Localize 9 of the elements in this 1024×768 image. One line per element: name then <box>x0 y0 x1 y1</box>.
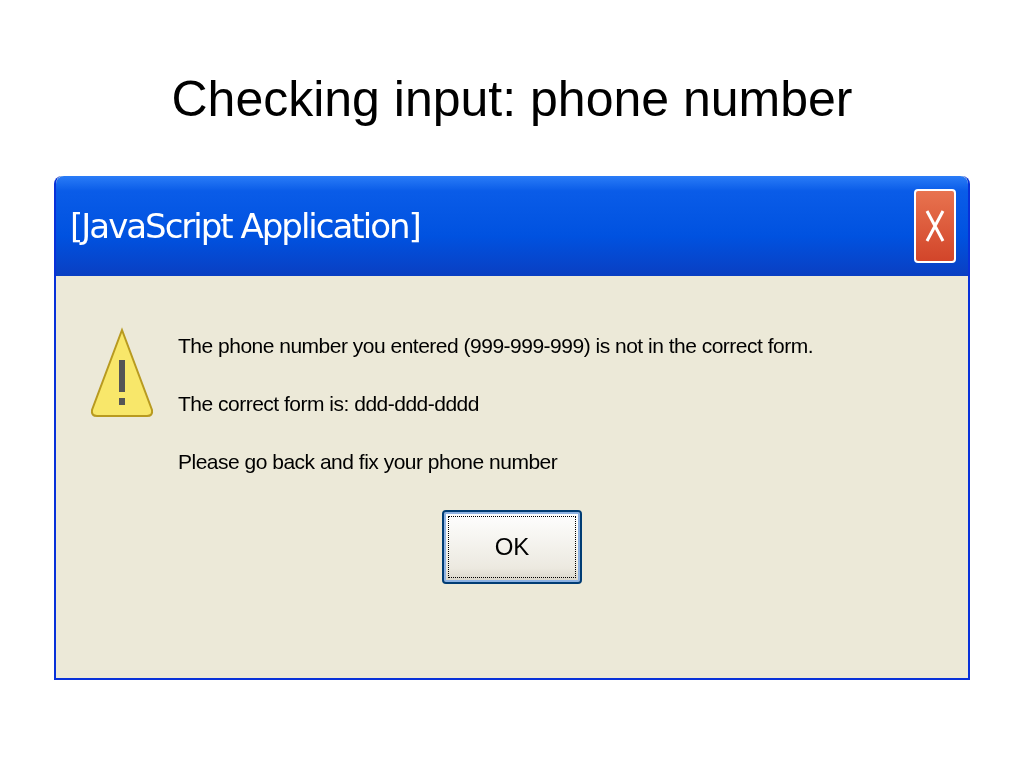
message-text: The correct form is: ddd-ddd-dddd <box>178 392 480 416</box>
message-text: The phone number you entered (999-999-999) is not in the correct form. <box>178 334 814 358</box>
close-icon <box>924 208 946 244</box>
message-text: Please go back and fix your phone number <box>178 450 559 474</box>
window-title: [JavaScript Application] <box>70 206 420 246</box>
slide-title: Checking input: phone number <box>171 70 853 128</box>
warning-icon <box>90 326 154 418</box>
ok-button[interactable]: OK <box>442 510 582 584</box>
close-button[interactable] <box>914 189 956 263</box>
